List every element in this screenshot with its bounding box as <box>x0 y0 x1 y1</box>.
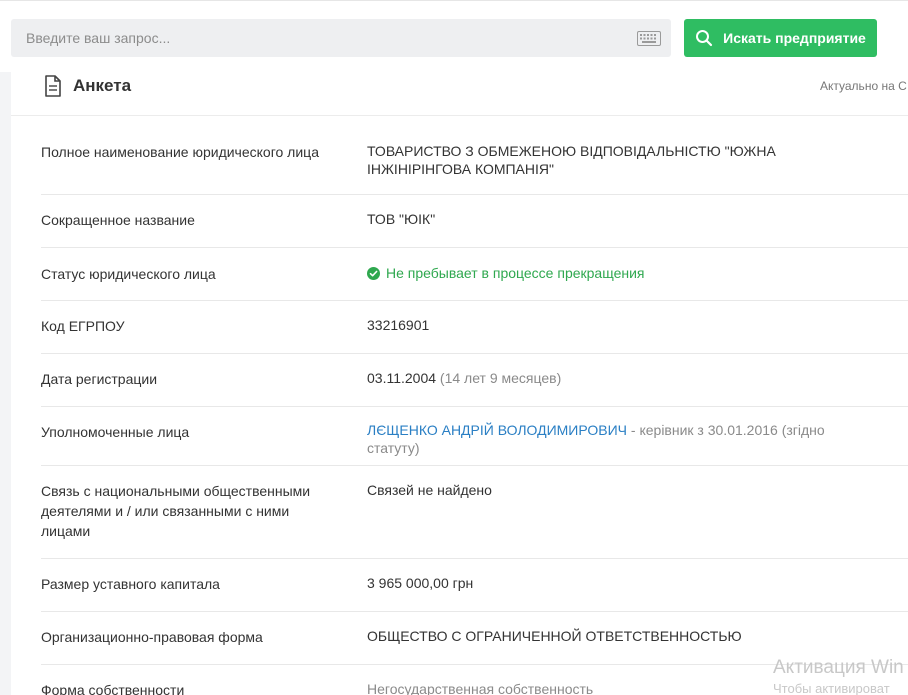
row-label: Код ЕГРПОУ <box>41 318 125 334</box>
registration-age: (14 лет 9 месяцев) <box>439 370 562 386</box>
profile-card: Анкета Актуально на С Полное наименовани… <box>11 72 908 695</box>
row-label: Организационно-правовая форма <box>41 629 263 645</box>
row-label: Полное наименование юридического лица <box>41 144 319 160</box>
search-button-label: Искать предприятие <box>723 30 866 46</box>
row-full-name: Полное наименование юридического лица ТО… <box>41 116 908 195</box>
row-label: Сокращенное название <box>41 212 195 228</box>
document-icon <box>45 75 61 97</box>
top-search-bar: Искать предприятие <box>0 0 908 72</box>
row-short-name: Сокращенное название ТОВ "ЮІК" <box>41 195 908 248</box>
row-edrpou: Код ЕГРПОУ 33216901 <box>41 301 908 354</box>
status-text: Не пребывает в процессе прекращения <box>386 265 645 281</box>
person-link[interactable]: ЛЄЩЕНКО АНДРІЙ ВОЛОДИМИРОВИЧ <box>367 422 627 438</box>
row-status: Статус юридического лица Не пребывает в … <box>41 248 908 301</box>
row-label: Форма собственности <box>41 682 185 695</box>
card-header: Анкета Актуально на С <box>11 72 908 116</box>
registration-date-value: 03.11.2004 (14 лет 9 месяцев) <box>367 369 867 387</box>
row-public-figures: Связь с национальными общественными деят… <box>41 466 908 559</box>
search-input[interactable] <box>11 19 621 57</box>
registration-date: 03.11.2004 <box>367 370 437 386</box>
row-value: ОБЩЕСТВО С ОГРАНИЧЕННОЙ ОТВЕТСТВЕННОСТЬЮ <box>367 628 742 644</box>
row-label: Статус юридического лица <box>41 266 216 282</box>
row-value: 33216901 <box>367 317 430 333</box>
search-box <box>11 19 671 57</box>
row-label: Связь с национальными общественными деят… <box>41 483 311 539</box>
windows-activation-watermark: Активация Win <box>773 657 904 678</box>
keyboard-icon[interactable] <box>637 31 661 46</box>
row-label: Уполномоченные лица <box>41 424 190 440</box>
authorized-persons-value: ЛЄЩЕНКО АНДРІЙ ВОЛОДИМИРОВИЧ - керівник … <box>367 421 837 457</box>
row-value: 3 965 000,00 грн <box>367 575 474 591</box>
row-authorized-capital: Размер уставного капитала 3 965 000,00 г… <box>41 559 908 612</box>
row-value: ТОВ "ЮІК" <box>367 211 436 227</box>
search-icon <box>696 30 713 47</box>
row-label: Дата регистрации <box>41 371 158 387</box>
search-enterprise-button[interactable]: Искать предприятие <box>684 19 877 57</box>
row-authorized-persons: Уполномоченные лица ЛЄЩЕНКО АНДРІЙ ВОЛОД… <box>41 407 908 466</box>
actual-date-text: Актуально на С <box>820 79 907 93</box>
windows-activation-subtext: Чтобы активироват <box>773 681 890 695</box>
status-value: Не пребывает в процессе прекращения <box>367 264 867 282</box>
card-title: Анкета <box>73 76 132 95</box>
row-value: Связей не найдено <box>367 482 492 498</box>
row-registration-date: Дата регистрации 03.11.2004 (14 лет 9 ме… <box>41 354 908 407</box>
row-label: Размер уставного капитала <box>41 576 220 592</box>
check-circle-icon <box>367 266 380 280</box>
row-value: ТОВАРИСТВО З ОБМЕЖЕНОЮ ВІДПОВІДАЛЬНІСТЮ … <box>367 143 776 177</box>
